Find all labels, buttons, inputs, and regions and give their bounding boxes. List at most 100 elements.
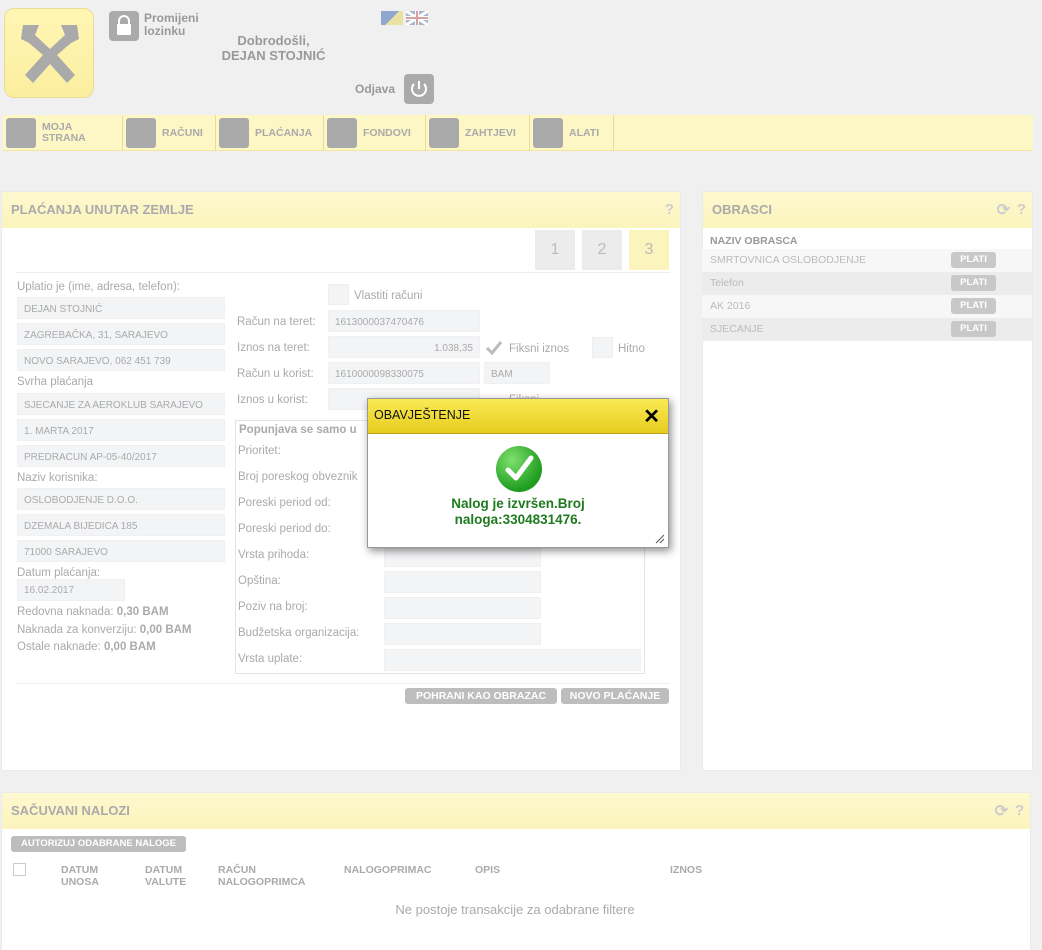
template-row[interactable]: AK 2016 PLATI (702, 295, 1032, 318)
fee-regular-value: 0,30 BAM (116, 606, 169, 618)
urgent-checkbox[interactable] (592, 337, 613, 358)
change-password-link[interactable]: Promijeni lozinku (144, 12, 214, 38)
resize-handle-icon[interactable] (655, 534, 665, 544)
lock-icon[interactable] (109, 11, 139, 41)
debit-amount-label: Iznos na teret: (237, 342, 310, 354)
recipient-line-2[interactable]: DZEMALA BIJEDICA 185 (17, 514, 225, 536)
checkmark-icon[interactable] (484, 338, 504, 358)
select-all-checkbox[interactable] (13, 863, 26, 876)
date-label: Datum plaćanja: (17, 567, 101, 579)
column-beneficiary: NALOGOPRIMAC (344, 864, 432, 876)
nav-label: MOJA STRANA (42, 121, 86, 144)
panel-title: OBRASCI (712, 202, 772, 217)
fee-other-label: Ostale naknade: (17, 641, 101, 653)
purpose-line-3[interactable]: PREDRACUN AP-05-40/2017 (17, 445, 225, 467)
logout-label[interactable]: Odjava (355, 83, 395, 96)
nav-item-moja-strana[interactable]: MOJA STRANA (3, 115, 123, 151)
accounts-icon (126, 118, 156, 148)
tax-label-payment-type: Vrsta uplate: (238, 653, 303, 665)
fee-conversion: Naknada za konverziju: 0,00 BAM (17, 624, 192, 636)
help-icon[interactable]: ? (1015, 802, 1024, 819)
nav-item-racuni[interactable]: RAČUNI (123, 115, 216, 151)
template-name: SJECANJE (710, 323, 764, 335)
template-row[interactable]: SJECANJE PLATI (702, 318, 1032, 341)
own-accounts-checkbox[interactable] (328, 284, 349, 305)
nav-item-alati[interactable]: ALATI (530, 115, 614, 151)
pay-button[interactable]: PLATI (951, 252, 996, 268)
bosnian-flag-icon[interactable] (381, 11, 403, 25)
payment-icon (219, 118, 249, 148)
recipient-line-3[interactable]: 71000 SARAJEVO (17, 540, 225, 562)
help-icon[interactable]: ? (1017, 201, 1026, 218)
urgent-label: Hitno (618, 343, 645, 355)
help-icon[interactable]: ? (665, 201, 674, 218)
payer-line-2[interactable]: ZAGREBAČKA, 31, SARAJEVO (17, 323, 225, 345)
payer-line-3[interactable]: NOVO SARAJEVO, 062 451 739 (17, 349, 225, 371)
column-entry-date: DATUM UNOSA (61, 864, 99, 888)
credit-account-field[interactable]: 1610000098330075 (328, 362, 480, 384)
tax-label-priority: Prioritet: (238, 445, 281, 457)
welcome-text: Dobrodošli, DEJAN STOJNIĆ (205, 33, 342, 63)
municipality-field[interactable] (384, 571, 541, 593)
payment-type-field[interactable] (384, 649, 641, 671)
reference-field[interactable] (384, 597, 541, 619)
nav-label: FONDOVI (363, 126, 411, 139)
debit-account-field[interactable]: 1613000037470476 (328, 310, 480, 332)
revenue-type-field[interactable] (384, 545, 541, 567)
dialog-header: OBAVJEŠTENJE ✕ (368, 399, 668, 434)
pay-button[interactable]: PLATI (951, 321, 996, 337)
fee-regular: Redovna naknada: 0,30 BAM (17, 606, 169, 618)
purpose-line-1[interactable]: SJECANJE ZA AEROKLUB SARAJEVO (17, 393, 225, 415)
power-icon[interactable] (404, 74, 434, 104)
tax-label-municipality: Opština: (238, 575, 281, 587)
recipient-line-1[interactable]: OSLOBODJENJE D.O.O. (17, 488, 225, 510)
new-payment-button[interactable]: NOVO PLAĆANJE (561, 688, 669, 704)
welcome-label: Dobrodošli, (237, 33, 310, 48)
recipient-label: Naziv korisnika: (17, 472, 98, 484)
template-name: AK 2016 (710, 300, 751, 312)
nav-item-placanja[interactable]: PLAĆANJA (216, 115, 324, 151)
bank-logo[interactable] (4, 8, 94, 98)
pay-button[interactable]: PLATI (951, 275, 996, 291)
nav-label: PLAĆANJA (255, 126, 313, 139)
saved-orders-header: SAČUVANI NALOZI ⟳ ? (2, 793, 1030, 829)
refresh-icon[interactable]: ⟳ (995, 801, 1008, 821)
authorize-orders-button[interactable]: AUTORIZUJ ODABRANE NALOGE (11, 836, 186, 852)
message-line-1: Nalog je izvršen.Broj (451, 496, 585, 511)
logo-icon (21, 25, 79, 83)
template-row[interactable]: SMRTOVNICA OSLOBODJENJE PLATI (702, 249, 1032, 272)
column-amount: IZNOS (670, 864, 703, 876)
home-icon (6, 118, 36, 148)
date-field[interactable]: 16.02.2017 (17, 579, 125, 601)
save-template-button[interactable]: POHRANI KAO OBRAZAC (405, 688, 557, 704)
debit-account-label: Račun na teret: (237, 316, 316, 328)
nav-item-fondovi[interactable]: FONDOVI (324, 115, 426, 151)
column-beneficiary-account: RAČUN NALOGOPRIMCA (218, 864, 306, 888)
debit-amount-field[interactable]: 1.038,35 (328, 336, 480, 358)
funds-icon (327, 118, 357, 148)
currency-field[interactable]: BAM (484, 362, 550, 384)
close-icon[interactable]: ✕ (643, 404, 660, 429)
pay-button[interactable]: PLATI (951, 298, 996, 314)
step-2[interactable]: 2 (582, 230, 622, 270)
template-row[interactable]: Telefon PLATI (702, 272, 1032, 295)
refresh-icon[interactable]: ⟳ (997, 200, 1010, 220)
step-1[interactable]: 1 (535, 230, 575, 270)
nav-label: RAČUNI (162, 126, 203, 139)
purpose-label: Svrha plaćanja (17, 376, 94, 388)
templates-column-header: NAZIV OBRASCA (710, 235, 798, 247)
fee-regular-label: Redovna naknada: (17, 606, 114, 618)
payer-line-1[interactable]: DEJAN STOJNIĆ (17, 297, 225, 319)
success-check-icon (496, 446, 542, 492)
divider (16, 272, 670, 273)
template-name: Telefon (710, 277, 744, 289)
nav-item-zahtjevi[interactable]: ZAHTJEVI (426, 115, 530, 151)
purpose-line-2[interactable]: 1. MARTA 2017 (17, 419, 225, 441)
tax-label-reference: Poziv na broj: (238, 601, 308, 613)
column-value-date: DATUM VALUTE (145, 864, 187, 888)
notification-dialog: OBAVJEŠTENJE ✕ Nalog je izvršen.Broj nal… (367, 398, 669, 548)
budget-org-field[interactable] (384, 623, 541, 645)
english-flag-icon[interactable] (405, 9, 429, 27)
step-3[interactable]: 3 (629, 230, 669, 270)
nav-label: ZAHTJEVI (465, 126, 516, 139)
